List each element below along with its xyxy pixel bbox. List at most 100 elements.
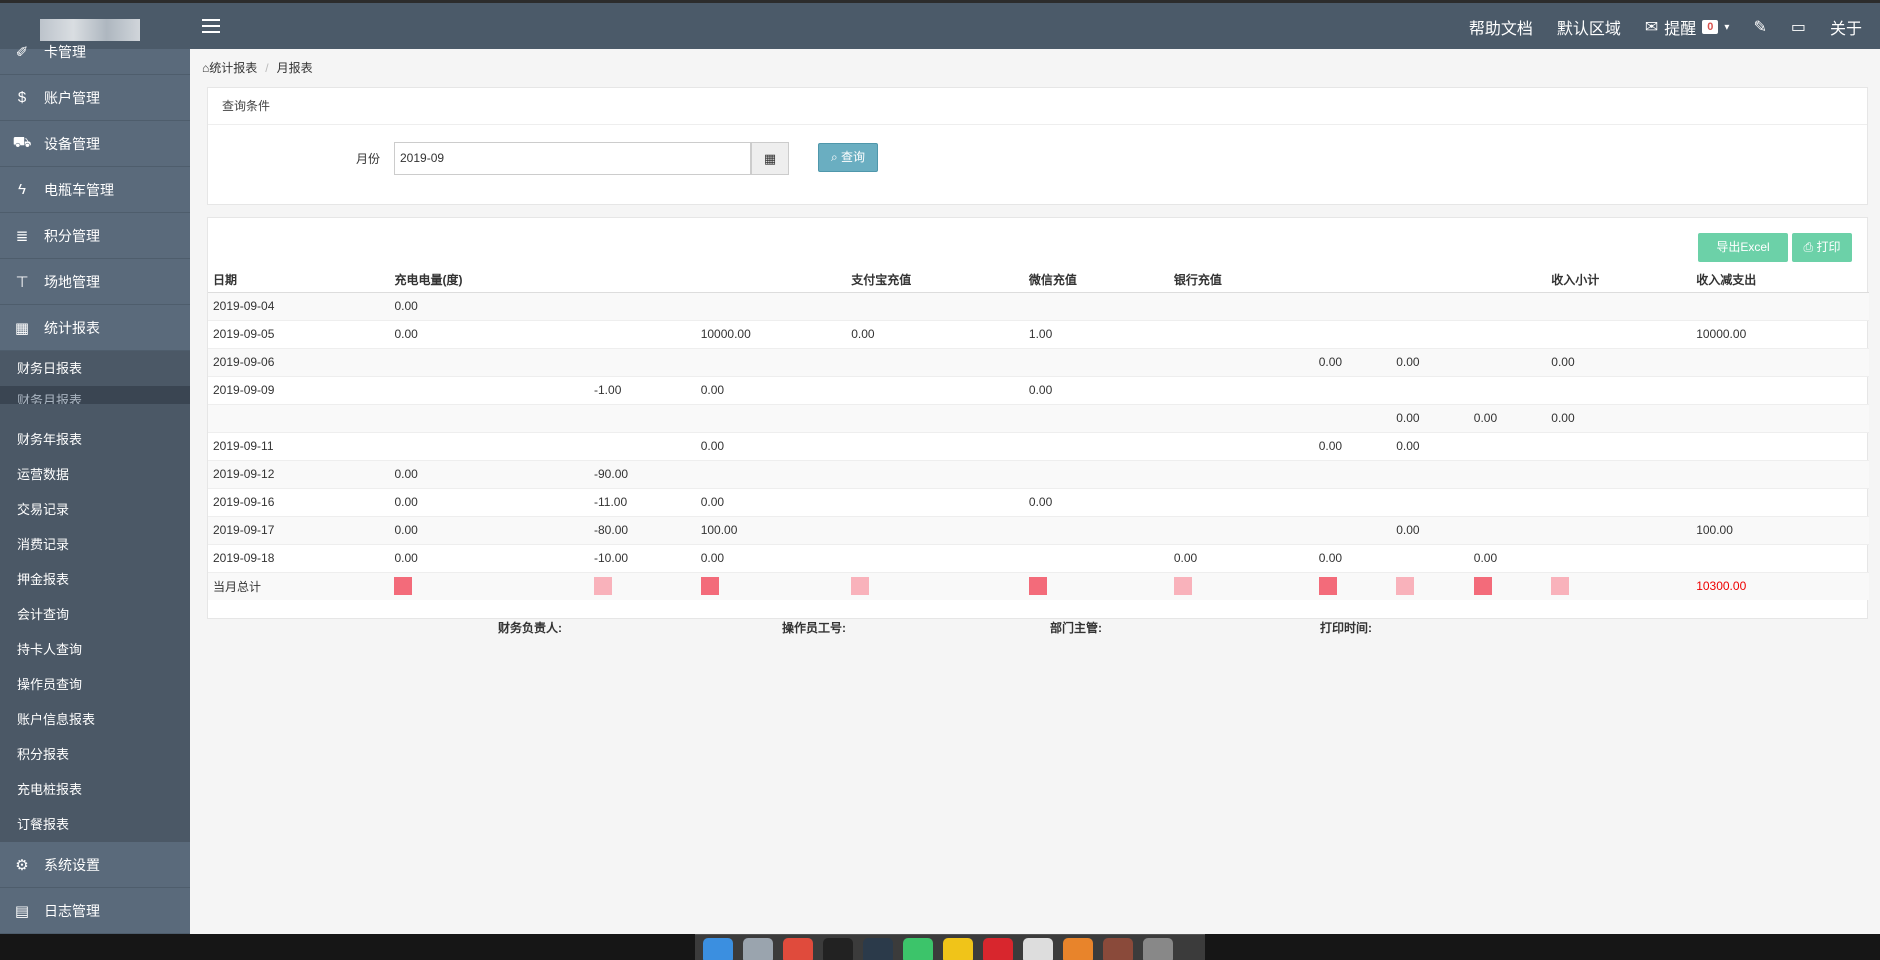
- calendar-icon[interactable]: ▦: [751, 142, 789, 175]
- sidebar-subitem[interactable]: 财务日报表: [0, 351, 190, 386]
- sidebar-item-logs[interactable]: ▤ 日志管理: [0, 888, 190, 934]
- table-cell: 0.00: [389, 291, 590, 320]
- total-cell-redacted: [1168, 571, 1314, 600]
- sidebar-subitem[interactable]: 订餐报表: [0, 807, 190, 842]
- sidebar-subitem[interactable]: 会计查询: [0, 597, 190, 632]
- terminal-icon[interactable]: [823, 938, 853, 960]
- table-cell: [1691, 347, 1869, 376]
- breadcrumb-home[interactable]: 统计报表: [209, 61, 257, 75]
- table-cell: [1546, 515, 1692, 544]
- month-input[interactable]: 2019-09: [394, 142, 751, 175]
- sidebar-item-device[interactable]: ⛟ 设备管理: [0, 121, 190, 167]
- gear-icon: ⚙: [15, 856, 29, 874]
- table-cell: 100.00: [1691, 515, 1869, 544]
- table-header-cell: 收入小计: [1546, 268, 1692, 293]
- print-button-label: 打印: [1816, 240, 1841, 254]
- sidebar-subitem-active[interactable]: 财务月报表: [0, 386, 190, 404]
- sidebar-item-site[interactable]: ⊤ 场地管理: [0, 259, 190, 305]
- table-header-cell: 充电电量(度): [389, 268, 590, 293]
- total-cell-redacted: [1468, 571, 1547, 600]
- trash-icon[interactable]: [1143, 938, 1173, 960]
- monitor-icon[interactable]: ▭: [1791, 17, 1806, 37]
- table-cell: 0.00: [1313, 543, 1392, 572]
- table-cell: [1391, 319, 1469, 348]
- table-cell: [1391, 459, 1469, 488]
- chrome-icon[interactable]: [783, 938, 813, 960]
- table-row: 0.00 0.00 0.00: [208, 403, 1869, 432]
- print-button[interactable]: ⎙ 打印: [1792, 233, 1852, 262]
- redacted-block: [394, 577, 413, 596]
- edit-icon[interactable]: ✎: [1753, 17, 1766, 37]
- sidebar-subitem[interactable]: 持卡人查询: [0, 632, 190, 667]
- table-cell: 2019-09-05: [208, 319, 390, 348]
- table-cell: [1546, 291, 1692, 320]
- youdao-icon[interactable]: [983, 938, 1013, 960]
- sidebar-item-label: 场地管理: [44, 273, 100, 290]
- sidebar-item-settings[interactable]: ⚙ 系统设置: [0, 842, 190, 888]
- total-cell-redacted: [846, 571, 1024, 600]
- table-cell: 0.00: [695, 487, 847, 516]
- sidebar-item-ebike[interactable]: ϟ 电瓶车管理: [0, 167, 190, 213]
- table-cell: 0.00: [1391, 431, 1469, 460]
- table-cell: [1468, 431, 1547, 460]
- launchpad-icon[interactable]: [743, 938, 773, 960]
- table-cell: [589, 403, 696, 432]
- table-cell: 0.00: [695, 431, 847, 460]
- sidebar-subitem[interactable]: 充电桩报表: [0, 772, 190, 807]
- main-content: ⌂统计报表 / 月报表 查询条件 月份 2019-09 ▦ ⌕ 查询 导出Excel…: [190, 49, 1880, 934]
- table-cell: [1313, 403, 1392, 432]
- table-cell: [695, 459, 847, 488]
- table-cell: [589, 319, 696, 348]
- table-cell: -1.00: [589, 375, 696, 404]
- total-cell-redacted: [695, 571, 847, 600]
- app-icon-2[interactable]: [1103, 938, 1133, 960]
- table-cell: 2019-09-12: [208, 459, 390, 488]
- sidebar-submenu: 财务日报表 财务月报表 财务年报表 运营数据 交易记录 消费记录 押金报表 会计…: [0, 351, 190, 842]
- sidebar-subitem[interactable]: 交易记录: [0, 492, 190, 527]
- table-cell: [1168, 403, 1314, 432]
- sidebar-item-account[interactable]: $ 账户管理: [0, 75, 190, 121]
- query-button[interactable]: ⌕ 查询: [818, 143, 878, 172]
- sidebar-item-points[interactable]: ≣ 积分管理: [0, 213, 190, 259]
- table-cell: [1168, 375, 1314, 404]
- code-editor-icon[interactable]: [863, 938, 893, 960]
- table-cell: -10.00: [589, 543, 696, 572]
- table-cell: [846, 515, 1024, 544]
- sidebar-item-card[interactable]: ✐ 卡管理: [0, 29, 190, 75]
- table-cell: [1391, 487, 1469, 516]
- sidebar-item-reports[interactable]: ▦ 统计报表: [0, 305, 190, 351]
- alerts-menu[interactable]: ✉ 提醒 0 ▾: [1645, 15, 1730, 39]
- sidebar-subitem[interactable]: 账户信息报表: [0, 702, 190, 737]
- sidebar-subitem[interactable]: 财务年报表: [0, 422, 190, 457]
- operator-signature: 操作员工号:: [782, 621, 846, 635]
- table-cell: 0.00: [1546, 403, 1692, 432]
- table-cell: [1546, 431, 1692, 460]
- sidebar-subitem[interactable]: 运营数据: [0, 457, 190, 492]
- sidebar-subitem[interactable]: 操作员查询: [0, 667, 190, 702]
- export-excel-button[interactable]: 导出Excel: [1698, 233, 1788, 262]
- notes-icon[interactable]: [1023, 938, 1053, 960]
- table-cell: 0.00: [1168, 543, 1314, 572]
- table-cell: -80.00: [589, 515, 696, 544]
- default-region-link[interactable]: 默认区域: [1557, 15, 1621, 39]
- table-cell: 0.00: [1468, 403, 1547, 432]
- table-header-cell: [1468, 268, 1547, 293]
- menu-toggle-icon[interactable]: [202, 19, 220, 33]
- sublime-icon[interactable]: [1063, 938, 1093, 960]
- help-docs-link[interactable]: 帮助文档: [1469, 15, 1533, 39]
- sidebar-subitem[interactable]: 押金报表: [0, 562, 190, 597]
- finder-icon[interactable]: [703, 938, 733, 960]
- wechat-icon[interactable]: [903, 938, 933, 960]
- table-cell: 0.00: [1313, 431, 1392, 460]
- table-cell: [389, 431, 590, 460]
- sidebar-subitem[interactable]: 消费记录: [0, 527, 190, 562]
- dock: [695, 934, 1205, 960]
- redacted-block: [1551, 577, 1570, 596]
- book-icon: ▤: [14, 902, 30, 920]
- app-icon[interactable]: [943, 938, 973, 960]
- table-cell: [846, 459, 1024, 488]
- sidebar-subitem[interactable]: 积分报表: [0, 737, 190, 772]
- table-header-cell: 支付宝充值: [846, 268, 1024, 293]
- table-cell: 0.00: [1391, 515, 1469, 544]
- about-link[interactable]: 关于: [1830, 15, 1862, 39]
